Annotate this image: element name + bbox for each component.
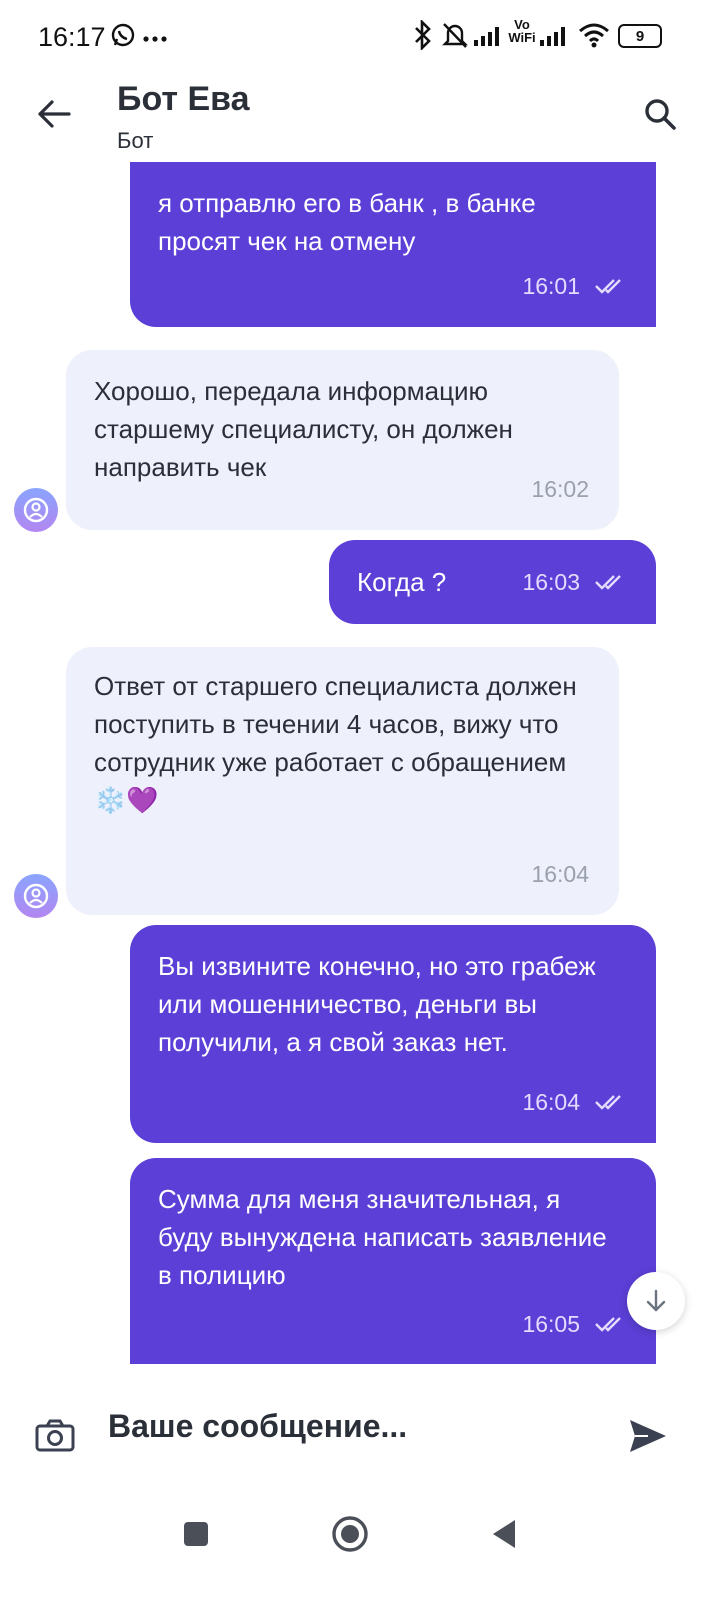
back-button[interactable] [26,86,82,142]
outgoing-message[interactable]: Когда ? 16:03 [329,540,656,624]
recent-apps-button[interactable] [168,1506,224,1562]
message-meta: 16:04 [522,1083,626,1121]
message-composer [0,1364,720,1484]
system-navigation-bar [0,1484,720,1600]
incoming-message[interactable]: Ответ от старшего специалиста должен пос… [66,647,619,915]
bell-muted-icon [440,20,470,55]
chat-header: Бот Ева Бот [0,72,720,162]
message-meta: 16:02 [531,470,589,508]
square-icon [184,1522,208,1546]
bot-avatar[interactable] [14,488,58,532]
message-text: Вы извините конечно, но это грабеж или м… [158,951,596,1057]
bluetooth-icon [412,18,434,55]
message-meta: 16:03 [522,563,626,601]
home-circle-icon [332,1516,368,1552]
home-button[interactable] [322,1506,378,1562]
back-nav-button[interactable] [476,1506,532,1562]
wifi-icon [578,22,610,53]
battery-icon: 9 [618,24,662,48]
message-time: 16:04 [531,861,589,887]
message-input[interactable] [108,1400,588,1452]
sad-face-icon [23,883,49,909]
chat-title: Бот Ева [117,80,250,118]
arrow-down-icon [646,1289,666,1312]
sad-face-icon [23,497,49,523]
send-icon [630,1420,666,1452]
message-time: 16:02 [531,476,589,502]
bot-avatar[interactable] [14,874,58,918]
double-check-icon [595,1095,621,1110]
message-text: я отправлю его в банк , в банке просят ч… [158,188,536,256]
triangle-back-icon [493,1520,515,1548]
double-check-icon [595,1317,621,1332]
signal-icon [474,26,504,51]
whatsapp-icon [110,22,136,53]
outgoing-message[interactable]: Сумма для меня значительная, я буду выну… [130,1158,656,1364]
chat-subtitle: Бот [117,128,154,153]
scroll-to-bottom-button[interactable] [627,1272,685,1330]
message-meta: 16:01 [522,267,626,305]
outgoing-message[interactable]: я отправлю его в банк , в банке просят ч… [130,162,656,327]
status-time: 16:17 [38,22,106,52]
status-bar: 16:17 Vo WiFi 9 [0,0,720,72]
signal-icon [540,26,570,51]
more-dots-icon [142,30,168,48]
search-icon [645,99,676,130]
message-meta: 16:05 [522,1305,626,1343]
attach-photo-button[interactable] [30,1410,80,1460]
message-time: 16:01 [522,273,580,299]
message-text: Сумма для меня значительная, я буду выну… [158,1184,607,1290]
message-meta: 16:04 [531,855,589,893]
message-time: 16:03 [522,569,580,595]
message-text: Ответ от старшего специалиста должен пос… [94,671,577,815]
battery-level: 9 [635,27,645,45]
incoming-message[interactable]: Хорошо, передала информацию старшему спе… [66,350,619,530]
camera-icon [35,1419,75,1452]
message-time: 16:05 [522,1311,580,1337]
outgoing-message[interactable]: Вы извините конечно, но это грабеж или м… [130,925,656,1143]
message-text: Хорошо, передала информацию старшему спе… [94,376,513,482]
double-check-icon [595,279,621,294]
message-time: 16:04 [522,1089,580,1115]
vowifi-icon: Vo WiFi [508,17,536,45]
arrow-left-icon [38,100,71,128]
send-button[interactable] [622,1410,674,1462]
message-list[interactable]: я отправлю его в банк , в банке просят ч… [0,162,720,1364]
chat-screen: 16:17 Vo WiFi 9 Бот Ева Бот я отправлю е… [0,0,720,1600]
search-button[interactable] [632,86,688,142]
double-check-icon [595,575,621,590]
